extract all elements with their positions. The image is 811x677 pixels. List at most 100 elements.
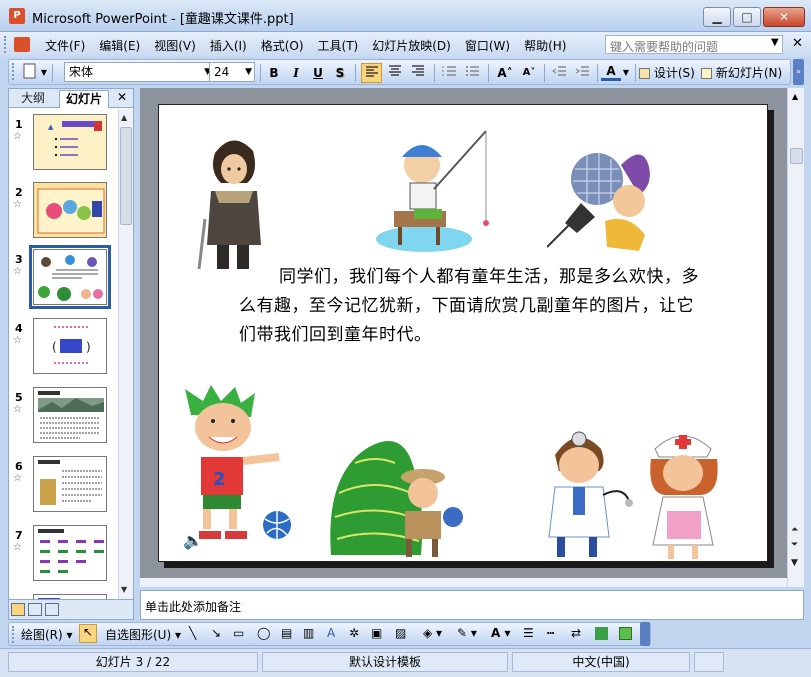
maximize-button[interactable]: □ (733, 7, 761, 27)
toolbar-options-chevron-icon[interactable]: » (793, 59, 804, 85)
current-slide[interactable]: 同学们，我们每个人都有童年生活，那是多么欢快，多么有趣，至今记忆犹新，下面请欣赏… (158, 104, 768, 562)
wordart-tool-icon[interactable]: A (327, 626, 335, 640)
slide-thumbnail-1[interactable]: 1 ☆ ▲ (9, 114, 117, 174)
line-tool-icon[interactable]: ╲ (189, 626, 196, 640)
decrease-indent-button[interactable] (549, 63, 569, 83)
swordsman-clipart[interactable] (197, 133, 269, 273)
previous-slide-icon[interactable]: ⏶ (791, 525, 798, 535)
scrollbar-thumb[interactable] (120, 127, 132, 225)
slide-sorter-view-icon[interactable] (28, 603, 42, 616)
drawing-toolbar-options-chevron-icon[interactable] (640, 622, 650, 646)
slide-thumbnail-6[interactable]: 6 ☆ (9, 456, 117, 516)
document-close-button[interactable]: ✕ (792, 36, 803, 51)
picture-tool-icon[interactable]: ▨ (395, 626, 406, 640)
arrow-tool-icon[interactable]: ↘ (211, 626, 221, 640)
align-center-button[interactable] (385, 63, 405, 83)
normal-view-icon[interactable] (11, 603, 25, 616)
pane-close-button[interactable]: ✕ (117, 90, 127, 104)
italic-button[interactable]: I (287, 63, 305, 83)
arrow-style-icon[interactable]: ⇄ (571, 626, 581, 640)
underline-button[interactable]: U (309, 63, 327, 83)
toolbar-grip-handle[interactable] (12, 63, 16, 80)
horizontal-scrollbar[interactable] (140, 578, 787, 587)
nurse-clipart[interactable] (641, 423, 731, 563)
slide-thumbnail-3[interactable]: 3 ☆ (9, 245, 117, 309)
new-slide-button[interactable]: 新幻灯片(N) (701, 63, 793, 83)
align-left-button[interactable] (361, 63, 382, 83)
close-button[interactable]: ✕ (763, 7, 805, 27)
font-color-button[interactable]: A (601, 63, 621, 81)
notes-pane[interactable]: 单击此处添加备注 (140, 590, 804, 620)
rectangle-tool-icon[interactable]: ▭ (233, 626, 244, 640)
toolbar-grip-handle[interactable] (12, 626, 16, 643)
fishing-boy-clipart[interactable] (374, 127, 494, 253)
shadow-button[interactable]: S (331, 63, 349, 83)
font-color-draw-icon[interactable]: A ▾ (491, 626, 511, 640)
textbox-tool-icon[interactable]: ▤ (281, 626, 292, 640)
menu-slideshow[interactable]: 幻灯片放映(D) (365, 37, 458, 54)
font-size-select[interactable]: 24 ▼ (209, 62, 255, 82)
document-icon[interactable] (14, 37, 30, 52)
dash-style-icon[interactable]: ┅ (547, 626, 554, 640)
powerpoint-app-icon[interactable]: P (9, 8, 25, 24)
slide-scrollbar[interactable]: ▲ ⏶ ⏷ ▼ (787, 88, 804, 587)
line-style-icon[interactable]: ☰ (523, 626, 534, 640)
minimize-button[interactable]: ▁ (703, 7, 731, 27)
font-size-dropdown-icon[interactable]: ▼ (245, 63, 252, 81)
shadow-style-icon[interactable] (595, 627, 608, 640)
bold-button[interactable]: B (265, 63, 283, 83)
menu-format[interactable]: 格式(O) (254, 37, 311, 54)
slide-body-text[interactable]: 同学们，我们每个人都有童年生活，那是多么欢快，多么有趣，至今记忆犹新，下面请欣赏… (239, 263, 699, 350)
help-dropdown-arrow-icon[interactable]: ▼ (771, 37, 779, 48)
slide-thumbnail-2[interactable]: 2 ☆ (9, 182, 117, 242)
tab-outline[interactable]: 大纲 (15, 90, 51, 108)
bush-with-explorer-clipart[interactable] (325, 433, 465, 561)
scroll-up-icon[interactable]: ▲ (121, 113, 127, 122)
slide-thumbnail-5[interactable]: 5 ☆ (9, 387, 117, 447)
vertical-textbox-tool-icon[interactable]: ▥ (303, 626, 314, 640)
slide-thumbnail-7[interactable]: 7 ☆ (9, 525, 117, 585)
scroll-down-icon[interactable]: ▼ (121, 585, 127, 594)
font-color-dropdown-icon[interactable]: ▼ (621, 63, 631, 83)
scroll-up-icon[interactable]: ▲ (792, 92, 798, 101)
thumbnails-scrollbar[interactable]: ▲ ▼ (118, 109, 133, 599)
menu-grip-handle[interactable] (4, 36, 8, 53)
autoshapes-menu-button[interactable]: 自选图形(U) ▾ (105, 626, 181, 643)
menu-tools[interactable]: 工具(T) (311, 37, 366, 54)
menu-edit[interactable]: 编辑(E) (92, 37, 147, 54)
3d-style-icon[interactable] (619, 627, 632, 640)
menu-insert[interactable]: 插入(I) (203, 37, 254, 54)
help-search-input[interactable]: 键入需要帮助的问题 (605, 35, 783, 54)
doctor-clipart[interactable] (537, 425, 637, 561)
oval-tool-icon[interactable]: ◯ (257, 626, 270, 640)
font-name-select[interactable]: 宋体 ▼ (64, 62, 214, 82)
clipart-tool-icon[interactable]: ▣ (371, 626, 382, 640)
draw-menu-button[interactable]: 绘图(R) ▾ (21, 626, 73, 643)
numbering-button[interactable] (439, 63, 459, 83)
fill-color-icon[interactable]: ◈ ▾ (423, 626, 442, 640)
slide-thumbnail-4[interactable]: 4 ☆ () (9, 318, 117, 378)
next-slide-icon[interactable]: ⏷ (791, 540, 798, 550)
increase-indent-button[interactable] (572, 63, 592, 83)
increase-font-button[interactable]: A˄ (494, 63, 516, 83)
slideshow-view-icon[interactable] (45, 603, 59, 616)
sound-icon[interactable]: 🔈 (183, 531, 203, 550)
menu-help[interactable]: 帮助(H) (517, 37, 573, 54)
scroll-down-icon[interactable]: ▼ (791, 558, 798, 568)
menu-window[interactable]: 窗口(W) (458, 37, 517, 54)
soccer-ball-clipart[interactable] (259, 505, 299, 541)
new-dropdown-icon[interactable]: ▼ (39, 63, 49, 83)
new-document-icon[interactable] (21, 63, 39, 83)
singer-with-mic-clipart[interactable] (547, 143, 657, 255)
scrollbar-thumb[interactable] (790, 148, 803, 164)
line-color-icon[interactable]: ✎ ▾ (457, 626, 477, 640)
select-objects-icon[interactable]: ↖ (79, 624, 97, 643)
tab-slides[interactable]: 幻灯片 (59, 90, 110, 108)
bullets-button[interactable] (462, 63, 482, 83)
decrease-font-button[interactable]: A˅ (518, 63, 540, 83)
menu-file[interactable]: 文件(F) (38, 37, 92, 54)
status-template[interactable]: 默认设计模板 (262, 652, 508, 672)
diagram-tool-icon[interactable]: ✲ (349, 626, 359, 640)
menu-view[interactable]: 视图(V) (147, 37, 203, 54)
align-right-button[interactable] (408, 63, 428, 83)
